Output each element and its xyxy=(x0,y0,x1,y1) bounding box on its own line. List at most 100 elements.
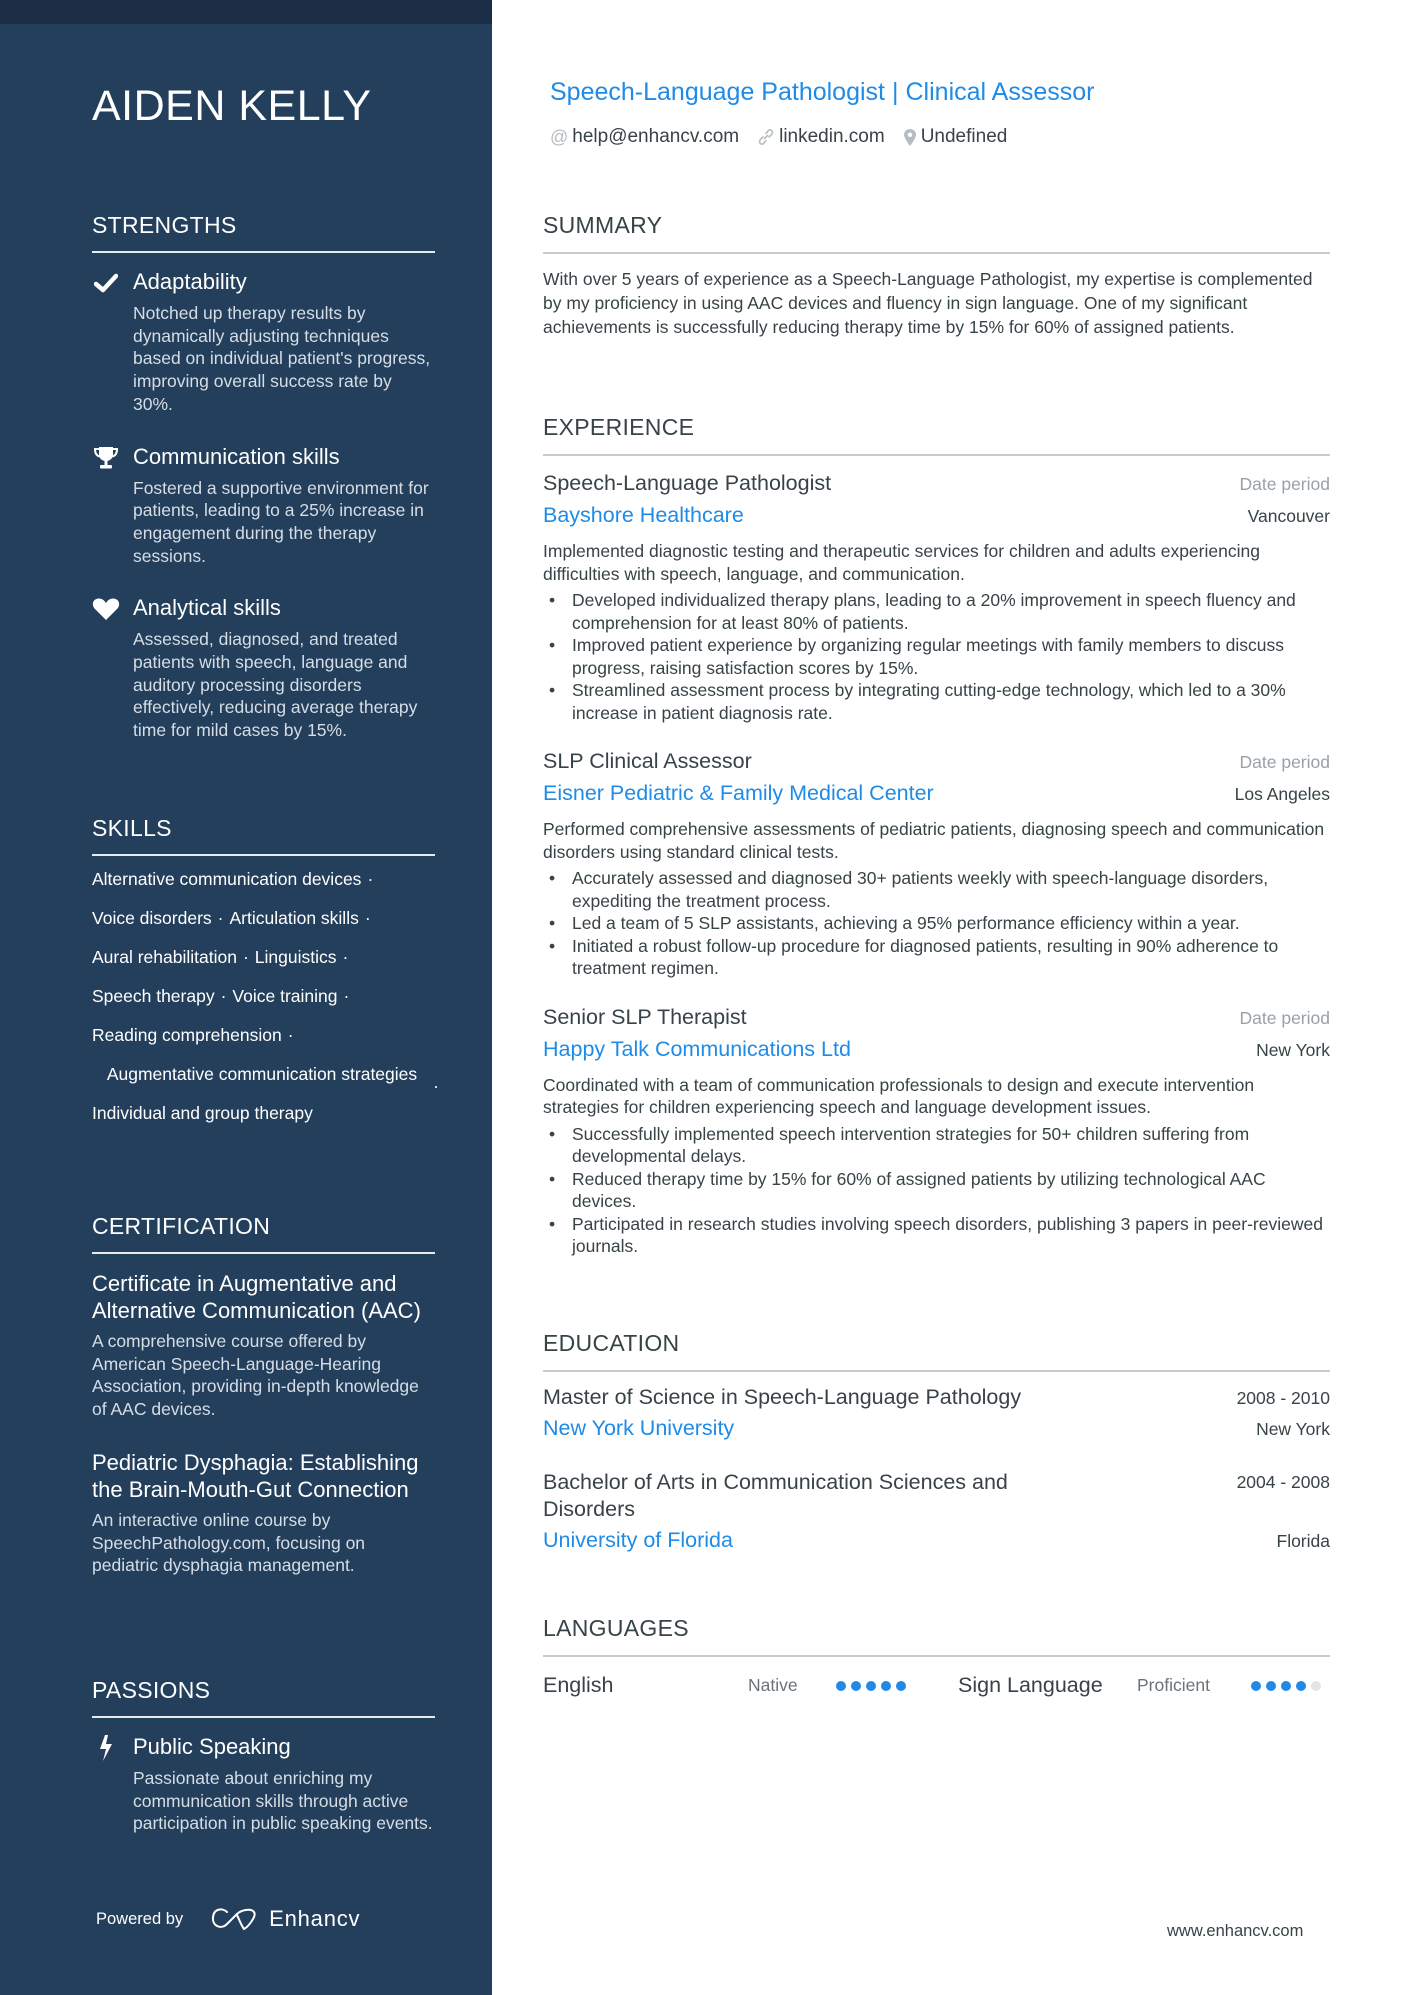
job-bullet: Developed individualized therapy plans, … xyxy=(543,589,1330,634)
skills-section: SKILLS Alternative communication devices… xyxy=(92,815,439,1141)
skill-separator: · xyxy=(242,947,249,967)
skill-separator: · xyxy=(217,908,224,928)
certification-item: Certificate in Augmentative and Alternat… xyxy=(92,1270,435,1421)
skills-row: Voice disorders · Articulation skills · xyxy=(92,907,435,929)
skill-item: Voice training xyxy=(232,986,338,1006)
headline: Speech-Language Pathologist | Clinical Ass… xyxy=(550,78,1094,107)
passion-title: Public Speaking xyxy=(133,1734,291,1759)
powered-by: Powered by Enhancv xyxy=(96,1906,360,1932)
job-company: Bayshore Healthcare xyxy=(543,503,744,527)
job-bullet: Initiated a robust follow-up procedure f… xyxy=(543,935,1330,980)
location-pin-icon xyxy=(903,128,917,147)
checkmark-icon xyxy=(92,270,120,296)
skill-item: Individual and group therapy xyxy=(92,1103,313,1123)
candidate-name: AIDEN KELLY xyxy=(92,82,372,130)
skill-item: Alternative communication devices xyxy=(92,869,362,889)
skill-separator: · xyxy=(220,986,227,1006)
trophy-icon xyxy=(92,445,120,471)
skills-row: Reading comprehension · xyxy=(92,1024,435,1046)
job-bullet: Participated in research studies involvi… xyxy=(543,1213,1330,1258)
education-entry: Master of Science in Speech-Language Pat… xyxy=(543,1384,1330,1445)
strength-description: Assessed, diagnosed, and treated patient… xyxy=(133,629,418,741)
education-section: EDUCATION Master of Science in Speech-La… xyxy=(543,1330,1330,1557)
school-name: University of Florida xyxy=(543,1528,733,1552)
contact-linkedin[interactable]: linkedin.com xyxy=(757,126,885,148)
rating-dot-empty xyxy=(1311,1680,1321,1691)
languages-section: LANGUAGES English Native Sign Language P… xyxy=(543,1615,1330,1698)
contact-info: @ help@enhancv.com linkedin.com Undefine… xyxy=(550,126,1025,148)
job-date: Date period xyxy=(1239,752,1330,772)
skills-row: Speech therapy · Voice training · xyxy=(92,985,435,1007)
location-text: Undefined xyxy=(920,126,1008,147)
certification-heading: CERTIFICATION xyxy=(92,1213,435,1254)
skill-item: Voice disorders xyxy=(92,908,212,928)
sidebar-top-strip xyxy=(0,0,492,24)
education-entry: Bachelor of Arts in Communication Scienc… xyxy=(543,1469,1330,1557)
headline-role-2: Clinical Assessor xyxy=(905,78,1095,106)
job-bullet: Streamlined assessment process by integr… xyxy=(543,679,1330,724)
skill-separator: · xyxy=(433,1076,439,1096)
job-description: Implemented diagnostic testing and thera… xyxy=(543,541,1260,584)
job-bullets: Developed individualized therapy plans, … xyxy=(543,589,1330,724)
skill-separator: · xyxy=(343,986,350,1006)
job-company: Happy Talk Communications Ltd xyxy=(543,1036,851,1061)
contact-location: Undefined xyxy=(903,126,1008,148)
job-location: Los Angeles xyxy=(1234,784,1330,804)
heart-icon xyxy=(92,596,120,622)
strengths-section: STRENGTHS Adaptability Notched up therap… xyxy=(92,212,435,742)
job-title: Senior SLP Therapist xyxy=(543,1004,747,1029)
job-bullet: Accurately assessed and diagnosed 30+ pa… xyxy=(543,867,1330,912)
job-entry: Speech-Language Pathologist Date period … xyxy=(543,468,1330,724)
certification-item: Pediatric Dysphagia: Establishing the Br… xyxy=(92,1449,435,1577)
skills-row: Aural rehabilitation · Linguistics · xyxy=(92,946,435,968)
summary-text: With over 5 years of experience as a Spe… xyxy=(543,269,1313,337)
language-name: Sign Language xyxy=(958,1673,1103,1697)
footer-url[interactable]: www.enhancv.com xyxy=(1167,1922,1303,1941)
job-title: SLP Clinical Assessor xyxy=(543,749,752,773)
certification-description: An interactive online course by SpeechPa… xyxy=(92,1509,366,1576)
enhancv-logo[interactable]: Enhancv xyxy=(211,1906,360,1932)
degree-title: Master of Science in Speech-Language Pat… xyxy=(543,1385,1022,1409)
sidebar: AIDEN KELLY STRENGTHS Adaptability Notch… xyxy=(0,0,492,1995)
languages-list: English Native Sign Language Proficient xyxy=(543,1673,1330,1698)
education-location: New York xyxy=(1256,1419,1330,1439)
rating-dot-filled xyxy=(1251,1680,1261,1691)
skill-separator: · xyxy=(287,1025,294,1045)
link-icon xyxy=(757,128,775,146)
education-heading: EDUCATION xyxy=(543,1330,1330,1372)
skills-heading: SKILLS xyxy=(92,815,435,856)
language-level: Proficient xyxy=(1137,1675,1210,1695)
skills-row: Alternative communication devices · xyxy=(92,868,435,890)
certification-description: A comprehensive course offered by Americ… xyxy=(92,1331,419,1420)
enhancv-logo-icon xyxy=(212,1908,256,1931)
strength-title: Communication skills xyxy=(133,443,340,469)
language-item: Sign Language Proficient xyxy=(958,1673,1326,1698)
job-date: Date period xyxy=(1239,1007,1330,1028)
skill-separator: · xyxy=(364,908,371,928)
rating-dot-filled xyxy=(1296,1680,1306,1691)
skill-item: Linguistics xyxy=(254,947,337,967)
summary-heading: SUMMARY xyxy=(543,212,1330,254)
education-dates: 2004 - 2008 xyxy=(1236,1472,1330,1492)
job-date: Date period xyxy=(1239,474,1330,494)
strength-description: Fostered a supportive environment for pa… xyxy=(133,477,429,566)
job-bullet: Led a team of 5 SLP assistants, achievin… xyxy=(543,912,1330,935)
strength-title: Analytical skills xyxy=(133,595,281,621)
job-location: Vancouver xyxy=(1247,506,1330,526)
skills-row: Individual and group therapy xyxy=(92,1102,435,1124)
language-rating xyxy=(1251,1680,1326,1691)
rating-dot-filled xyxy=(896,1680,906,1691)
certification-title: Pediatric Dysphagia: Establishing the Br… xyxy=(92,1449,419,1502)
contact-email[interactable]: @ help@enhancv.com xyxy=(550,126,739,148)
rating-dot-filled xyxy=(851,1680,861,1691)
skill-item: Augmentative communication strategies xyxy=(106,1064,418,1084)
skill-separator: · xyxy=(342,947,349,967)
language-level: Native xyxy=(748,1675,798,1695)
strength-item: Analytical skills Assessed, diagnosed, a… xyxy=(92,593,435,742)
job-entry: Senior SLP Therapist Date period Happy T… xyxy=(543,1002,1330,1258)
experience-heading: EXPERIENCE xyxy=(543,414,1330,456)
email-text: help@enhancv.com xyxy=(572,126,740,147)
job-description: Performed comprehensive assessments of p… xyxy=(543,819,1325,862)
skills-list: Alternative communication devices · Voice … xyxy=(92,868,439,1124)
rating-dot-filled xyxy=(881,1680,891,1691)
